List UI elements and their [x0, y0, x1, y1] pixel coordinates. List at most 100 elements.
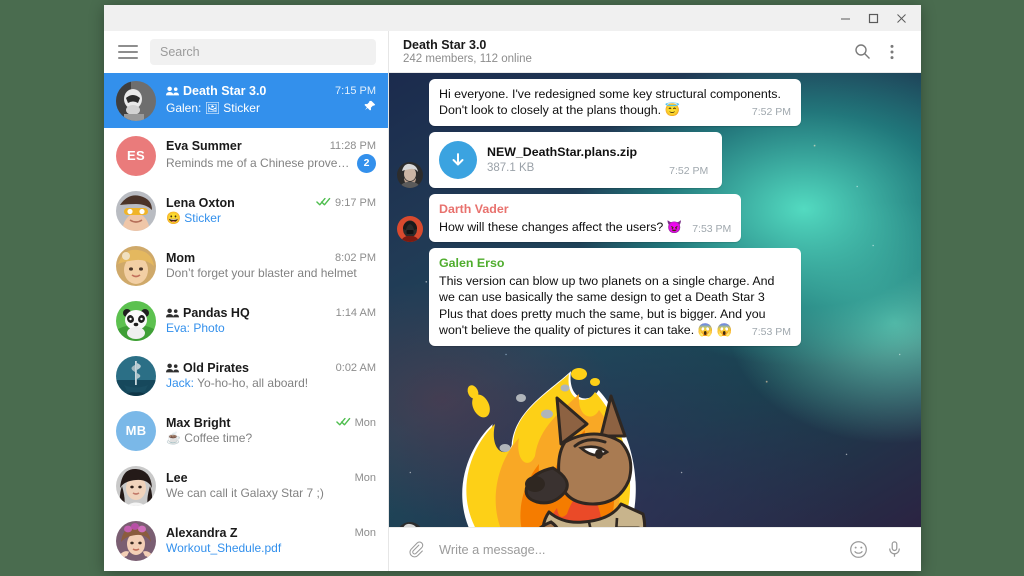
more-vertical-icon[interactable]: [877, 37, 907, 67]
maximize-button[interactable]: [859, 6, 887, 30]
file-info: NEW_DeathStar.plans.zip 387.1 KB: [487, 144, 637, 177]
file-size: 387.1 KB: [487, 161, 637, 176]
message-emoji: 😈: [667, 220, 682, 234]
avatar: MB: [116, 411, 156, 451]
message-input[interactable]: [439, 542, 835, 557]
page-title: Death Star 3.0: [403, 38, 847, 52]
file-message-bubble[interactable]: NEW_DeathStar.plans.zip 387.1 KB 7:52 PM: [429, 132, 722, 188]
chat-item-name: Lena Oxton: [166, 196, 312, 210]
chat-item-top-row: Pandas HQ 1:14 AM: [166, 306, 376, 320]
sidebar-toolbar: [104, 31, 388, 73]
message-row: Hi everyone. I've redesigned some key st…: [429, 79, 911, 126]
message-bubble[interactable]: Galen ErsoThis version can blow up two p…: [429, 248, 801, 345]
chat-item-name: Death Star 3.0: [183, 84, 331, 98]
message-emoji: 😱 😱: [698, 323, 732, 337]
message-area[interactable]: Hi everyone. I've redesigned some key st…: [389, 73, 921, 527]
close-button[interactable]: [887, 6, 915, 30]
chat-list-item[interactable]: Mom8:02 PMDon’t forget your blaster and …: [104, 238, 388, 293]
avatar: ES: [116, 136, 156, 176]
unread-badge: 2: [357, 154, 376, 173]
read-receipt-icon: [336, 417, 351, 429]
chat-item-meta: Alexandra Z Mon Workout_Shedule.pdf: [166, 526, 376, 555]
chat-item-preview: Jack: Yo-ho-ho, all aboard!: [166, 376, 376, 390]
search-icon[interactable]: [847, 37, 877, 67]
preview-text: Sticker: [184, 211, 221, 225]
chat-title-wrap: Death Star 3.0 242 members, 112 online: [403, 38, 847, 65]
sticker-message[interactable]: [429, 352, 657, 527]
chat-list[interactable]: Death Star 3.0 7:15 PM Galen: 🖼 Sticker ES…: [104, 73, 388, 571]
avatar: [116, 81, 156, 121]
chat-list-item[interactable]: Old Pirates0:02 AMJack: Yo-ho-ho, all ab…: [104, 348, 388, 403]
message-bubble[interactable]: Hi everyone. I've redesigned some key st…: [429, 79, 801, 126]
message-avatar: [397, 216, 423, 242]
chat-item-time: 7:15 PM: [335, 85, 376, 97]
preview-text: Photo: [193, 321, 224, 335]
preview-sender: Jack:: [166, 376, 194, 390]
preview-emoji: ☕: [166, 431, 181, 445]
chat-item-name: Alexandra Z: [166, 526, 351, 540]
chat-list-item[interactable]: Alexandra Z Mon Workout_Shedule.pdf: [104, 513, 388, 568]
preview-emoji: 😀: [166, 211, 181, 225]
message-row: Galen ErsoThis version can blow up two p…: [429, 248, 911, 345]
chat-item-meta: Eva Summer11:28 PM Reminds me of a Chines…: [166, 139, 376, 173]
minimize-button[interactable]: [831, 6, 859, 30]
preview-text: Workout_Shedule.pdf: [166, 541, 281, 555]
telegram-window: Death Star 3.0 7:15 PM Galen: 🖼 Sticker ES…: [104, 5, 921, 571]
chat-item-meta: Lena Oxton 9:17 PM😀 Sticker: [166, 196, 376, 225]
group-icon: [166, 308, 179, 318]
chat-item-bottom-row: Workout_Shedule.pdf: [166, 541, 376, 555]
chat-item-preview: Galen: 🖼 Sticker: [166, 101, 360, 115]
message-scroll[interactable]: Hi everyone. I've redesigned some key st…: [389, 73, 921, 527]
microphone-icon[interactable]: [881, 537, 907, 563]
chat-item-time: 0:02 AM: [336, 362, 376, 374]
chat-list-item[interactable]: MB Max Bright Mon☕ Coffee time?: [104, 403, 388, 458]
avatar: [116, 466, 156, 506]
chat-item-top-row: Eva Summer11:28 PM: [166, 139, 376, 153]
chat-item-meta: LeeMonWe can call it Galaxy Star 7 ;): [166, 471, 376, 500]
message-emoji: 😇: [665, 103, 680, 117]
message-text: How will these changes affect the users?: [439, 220, 663, 234]
chat-item-name: Pandas HQ: [183, 306, 332, 320]
chat-panel: Death Star 3.0 242 members, 112 online: [389, 31, 921, 571]
preview-text: Sticker: [223, 101, 260, 115]
message-bubble[interactable]: Darth Vader How will these changes affect…: [429, 194, 741, 242]
smiley-icon[interactable]: [845, 537, 871, 563]
chat-item-name: Mom: [166, 251, 331, 265]
preview-text: Yo-ho-ho, all aboard!: [197, 376, 308, 390]
preview-text: Reminds me of a Chinese prove…: [166, 156, 349, 170]
search-input[interactable]: [160, 45, 366, 59]
search-box[interactable]: [150, 39, 376, 65]
chat-item-time: 1:14 AM: [336, 307, 376, 319]
chat-list-item[interactable]: LeeMonWe can call it Galaxy Star 7 ;): [104, 458, 388, 513]
chat-item-preview: ☕ Coffee time?: [166, 431, 376, 445]
file-name: NEW_DeathStar.plans.zip: [487, 144, 637, 160]
dog-in-flames-sticker: [429, 352, 657, 527]
chat-item-top-row: Alexandra Z Mon: [166, 526, 376, 540]
main-split: Death Star 3.0 7:15 PM Galen: 🖼 Sticker ES…: [104, 31, 921, 571]
chat-item-name: Max Bright: [166, 416, 332, 430]
message-avatar: [397, 522, 423, 527]
chat-item-time: Mon: [355, 527, 376, 539]
preview-text: Coffee time?: [184, 431, 252, 445]
chat-list-item[interactable]: Lena Oxton 9:17 PM😀 Sticker: [104, 183, 388, 238]
chat-item-bottom-row: We can call it Galaxy Star 7 ;): [166, 486, 376, 500]
chat-item-top-row: Max Bright Mon: [166, 416, 376, 430]
chat-list-item[interactable]: Death Star 3.0 7:15 PM Galen: 🖼 Sticker: [104, 73, 388, 128]
message-text: Hi everyone. I've redesigned some key st…: [439, 87, 781, 117]
group-icon: [166, 86, 179, 96]
message-time: 7:53 PM: [692, 223, 731, 237]
message-composer: [389, 527, 921, 571]
message-author: Darth Vader: [439, 201, 731, 217]
download-arrow-icon[interactable]: [439, 141, 477, 179]
hamburger-icon[interactable]: [118, 45, 138, 59]
chat-item-bottom-row: Eva: Photo: [166, 321, 376, 335]
paperclip-icon[interactable]: [403, 537, 429, 563]
message-time: 7:52 PM: [752, 106, 791, 120]
sticker-message-row: [397, 352, 911, 527]
preview-text: We can call it Galaxy Star 7 ;): [166, 486, 324, 500]
chat-item-top-row: Old Pirates0:02 AM: [166, 361, 376, 375]
chat-list-item[interactable]: Pandas HQ 1:14 AM Eva: Photo: [104, 293, 388, 348]
chat-list-item[interactable]: ES Eva Summer11:28 PM Reminds me of a Chin…: [104, 128, 388, 183]
message-time: 7:52 PM: [669, 165, 708, 179]
group-icon: [166, 363, 179, 373]
